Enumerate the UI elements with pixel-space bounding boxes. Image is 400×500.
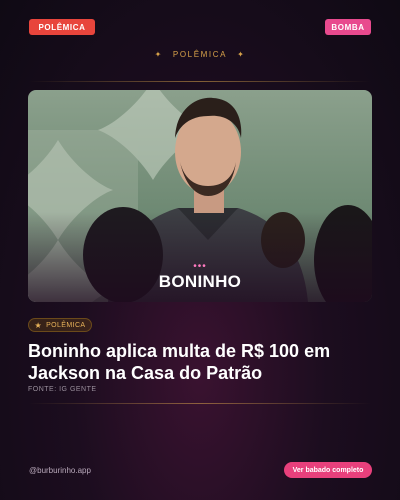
headline-line-1: Boninho aplica multa de R$ 100 em <box>28 341 331 361</box>
read-more-button[interactable]: Ver babado completo <box>284 462 372 478</box>
divider <box>29 403 371 404</box>
star-icon: ✦ <box>154 50 163 59</box>
account-handle: @burburinho.app <box>29 466 91 475</box>
photo-dots: ••• <box>193 261 207 272</box>
headline-line-2: Jackson na Casa do Patrão <box>28 363 263 383</box>
category-tag: ★ POLÊMICA <box>28 318 92 332</box>
article-photo[interactable]: ••• BONINHO <box>28 90 372 302</box>
star-icon: ✦ <box>237 50 246 59</box>
article-source: FONTE: IG GENTE <box>28 386 97 393</box>
category-label: POLÊMICA <box>46 321 86 329</box>
article-headline[interactable]: Boninho aplica multa de R$ 100 em Jackso… <box>28 340 374 384</box>
star-icon: ★ <box>34 320 43 330</box>
section-label: POLÊMICA <box>172 50 228 59</box>
photo-caption: BONINHO <box>158 272 242 291</box>
polemica-badge: POLÊMICA <box>29 19 95 35</box>
divider <box>29 81 371 82</box>
section-header: ✦ POLÊMICA ✦ <box>29 50 371 59</box>
bomba-badge: BOMBA <box>325 19 371 35</box>
